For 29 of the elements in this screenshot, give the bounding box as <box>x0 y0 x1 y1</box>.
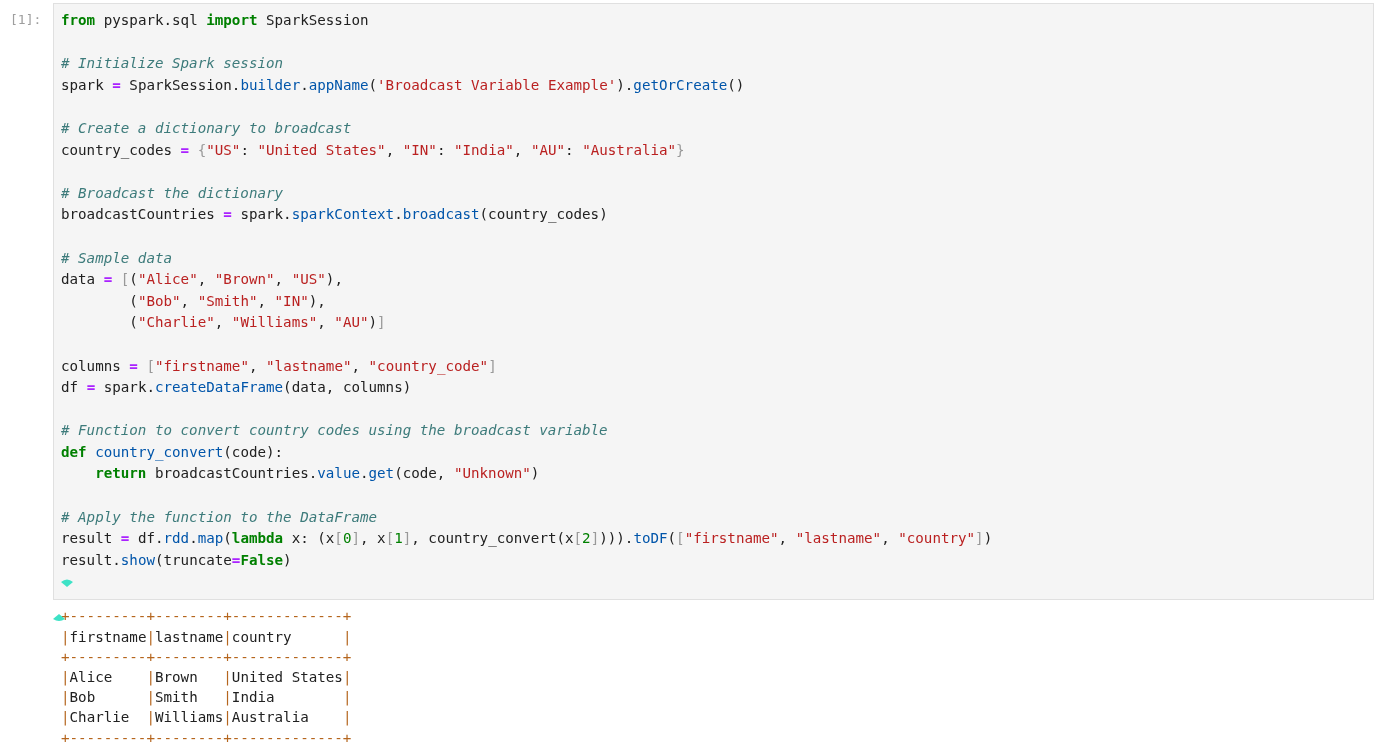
output-line: +---------+--------+-------------+ <box>61 728 352 748</box>
output-line: |firstname|lastname|country | <box>61 627 352 647</box>
code-line: # Initialize Spark session <box>61 54 284 74</box>
code-line: country_codes = {"US": "United States", "IN": "India", "AU": "Australia"} <box>61 140 685 161</box>
code-line: df = spark.createDataFrame(data, columns) <box>61 378 412 398</box>
output-line: |Alice |Brown |United States| <box>61 668 352 688</box>
output-line: |Bob |Smith |India | <box>61 688 352 708</box>
code-line: # Function to convert country codes using the broadcast variable <box>61 421 608 441</box>
code-line: result.show(truncate=False) <box>61 550 292 570</box>
marker-icon <box>60 578 74 589</box>
code-line: # Apply the function to the DataFrame <box>61 507 378 527</box>
code-line: # Sample data <box>61 248 173 268</box>
code-line: ("Bob", "Smith", "IN"), <box>128 291 326 311</box>
output-line: +---------+--------+-------------+ <box>61 607 352 627</box>
code-line: return broadcastCountries.value.get(code, "Unknown") <box>94 464 540 484</box>
code-line: # Broadcast the dictionary <box>61 183 284 203</box>
code-line: def country_convert(code): <box>61 442 284 463</box>
code-line: data = [("Alice", "Brown", "US"), <box>61 270 343 290</box>
code-line: result = df.rdd.map(lambda x: (x[0], x[1], country_convert(x[2]))).toDF(["firstname", "lastname", "country"]) <box>61 529 993 549</box>
output-line: |Charlie |Williams|Australia | <box>61 708 352 728</box>
code-line: columns = ["firstname", "lastname", "country_code"] <box>61 356 497 377</box>
code-line: spark = SparkSession.builder.appName('Broadcast Variable Example').getOrCreate() <box>61 75 745 95</box>
output-line: +---------+--------+-------------+ <box>61 647 352 667</box>
code-line: broadcastCountries = spark.sparkContext.broadcast(country_codes) <box>61 205 608 225</box>
execution-count: [1]: <box>9 11 43 29</box>
code-line: ("Charlie", "Williams", "AU")] <box>128 313 386 333</box>
code-cell[interactable] <box>53 3 1374 601</box>
code-line: # Create a dictionary to broadcast <box>61 118 352 138</box>
code-line: from pyspark.sql import SparkSession <box>61 11 369 30</box>
